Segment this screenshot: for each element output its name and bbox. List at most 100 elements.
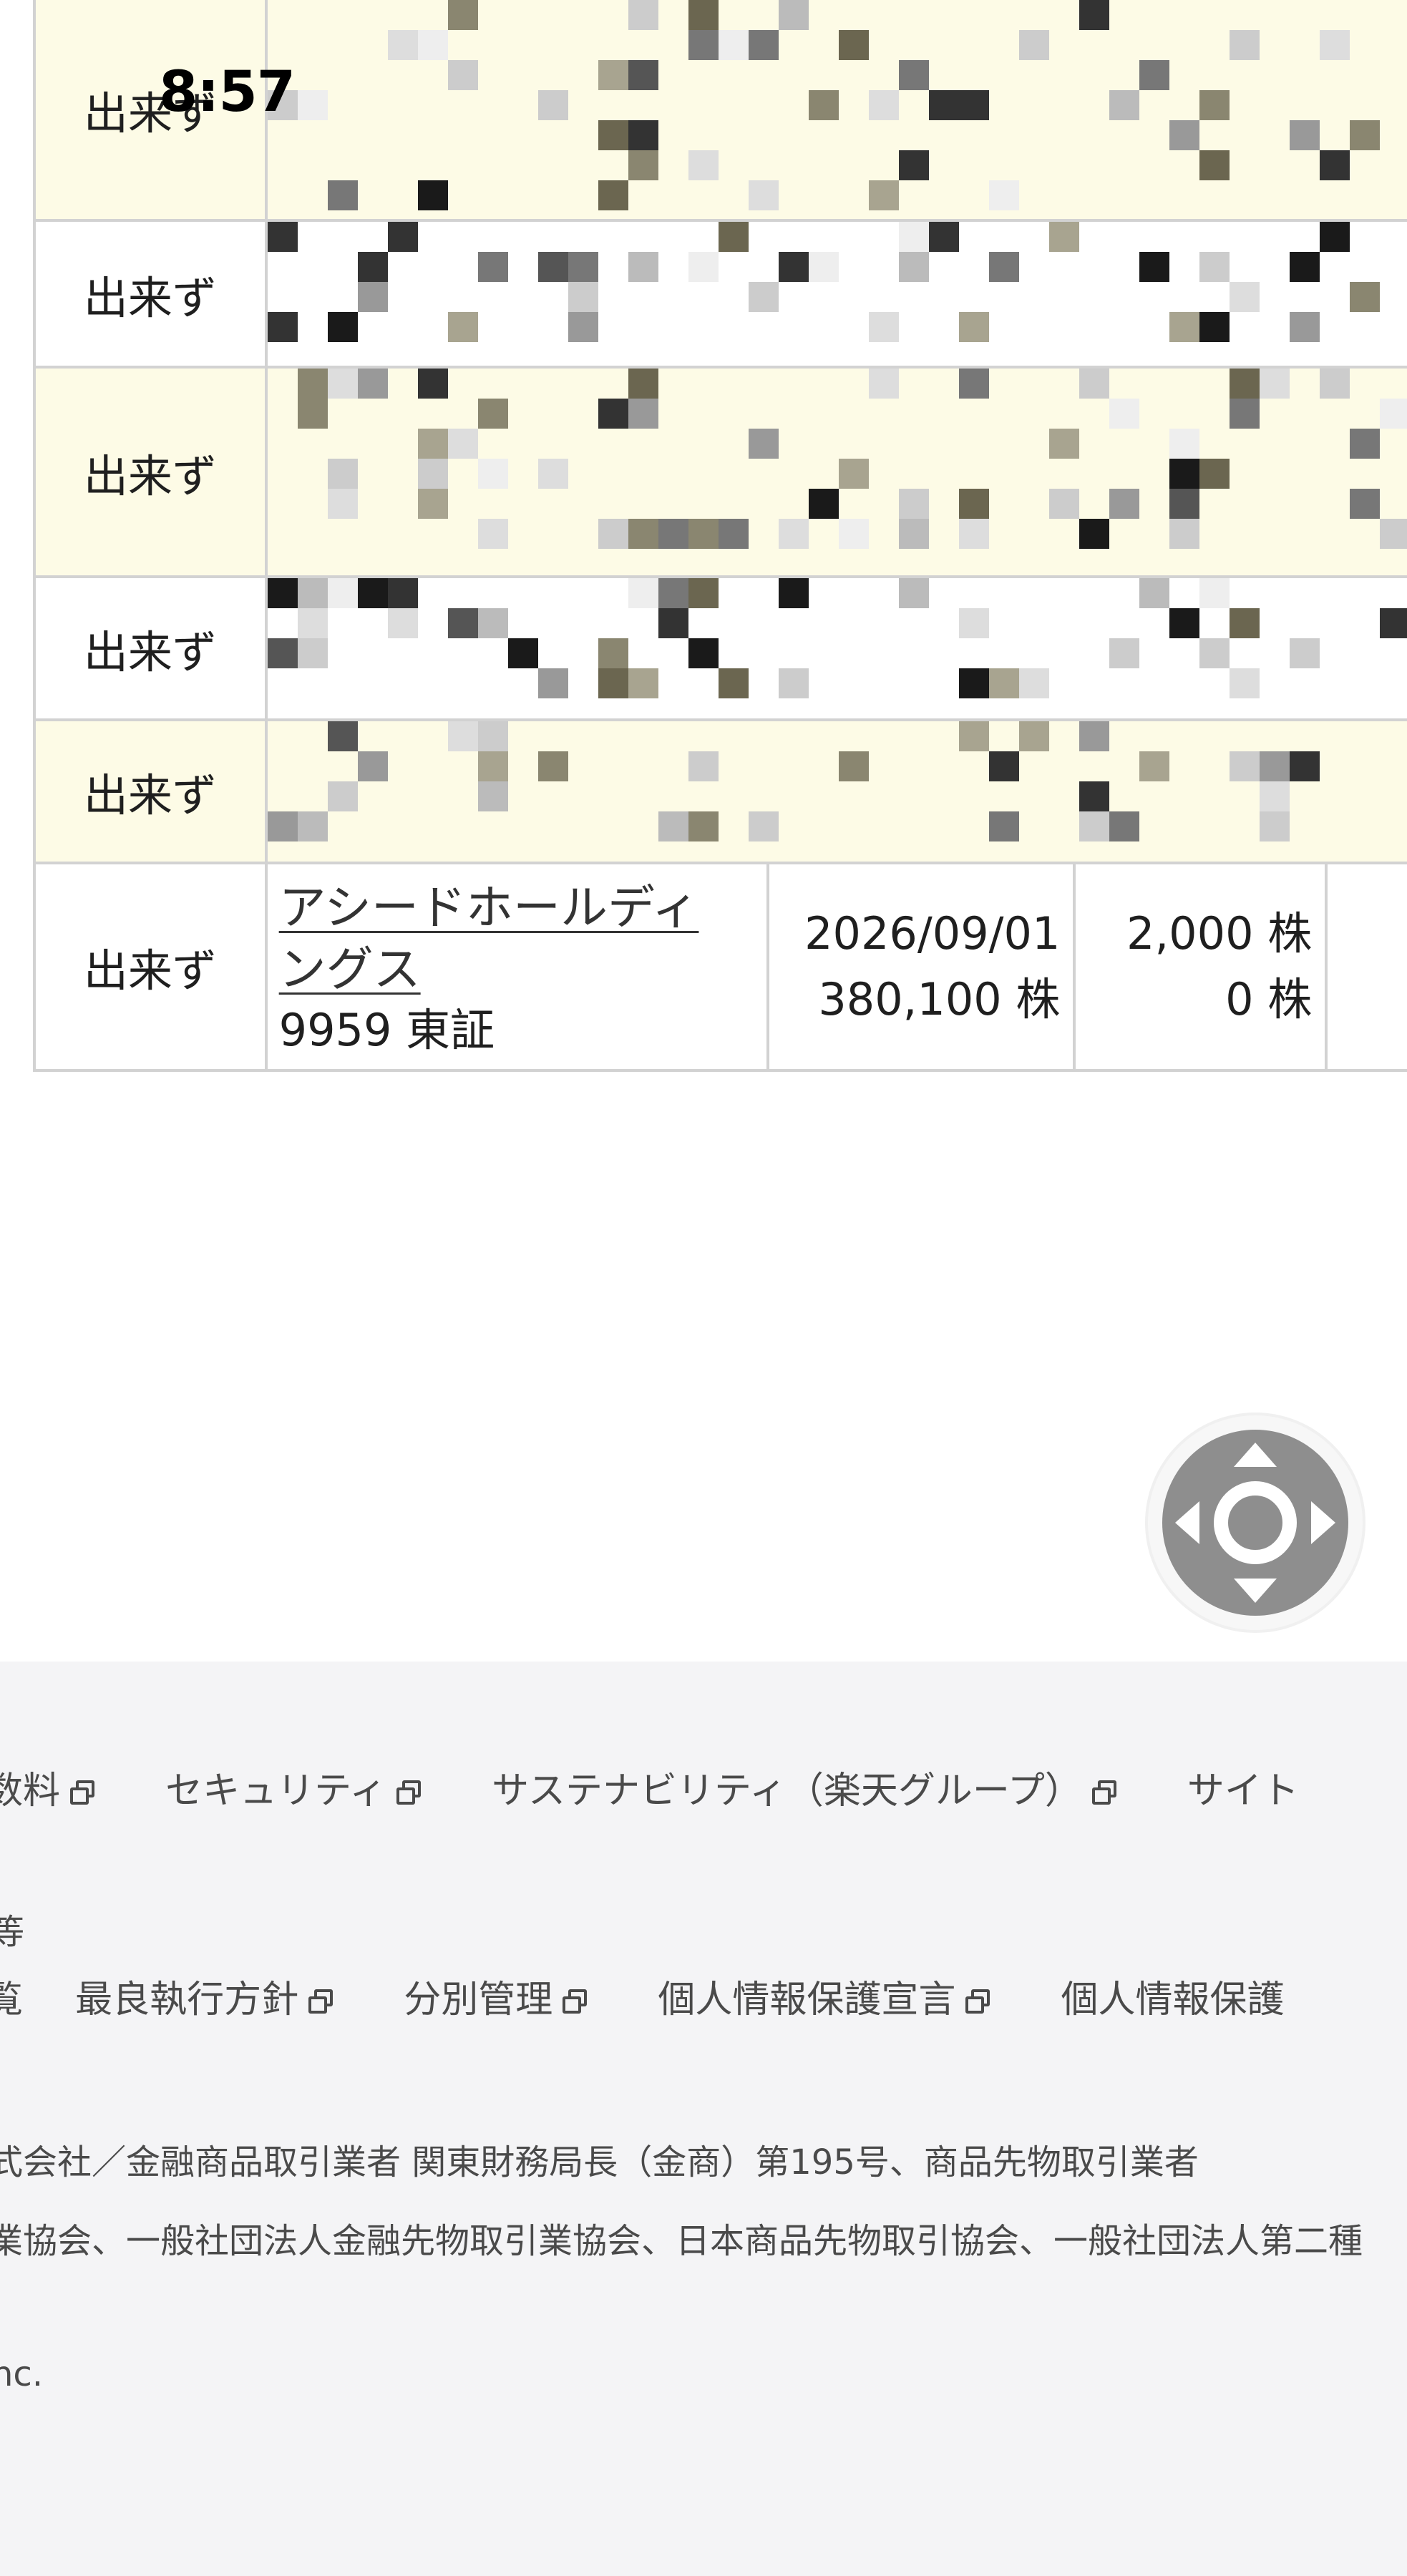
- mosaic-pixel: [688, 751, 719, 781]
- mosaic-pixel: [1319, 370, 1350, 399]
- company-info-line-2: 業協会、一般社団法人金融先物取引業協会、日本商品先物取引協会、一般社団法人第二種: [0, 2221, 1363, 2261]
- pixel-mosaic: [268, 223, 1407, 364]
- mosaic-pixel: [357, 370, 388, 399]
- mosaic-pixel: [1169, 429, 1199, 459]
- mosaic-pixel: [537, 751, 568, 781]
- status-cell: 出来ず: [33, 718, 268, 864]
- footer-link[interactable]: 覧: [0, 1969, 23, 2023]
- footer-link-segregation[interactable]: 分別管理: [404, 1969, 590, 2023]
- mosaic-pixel: [387, 30, 418, 60]
- mosaic-pixel: [1169, 519, 1199, 549]
- mosaic-pixel: [718, 30, 749, 60]
- mosaic-pixel: [838, 519, 869, 549]
- mosaic-pixel: [1229, 282, 1260, 312]
- mosaic-pixel: [868, 90, 899, 120]
- order-date: 2026/09/01: [804, 907, 1061, 960]
- table-row[interactable]: 出来ず: [33, 575, 1407, 721]
- mosaic-pixel: [598, 60, 628, 90]
- footer-link-privacy[interactable]: 個人情報保護: [1061, 1969, 1284, 2023]
- mosaic-pixel: [387, 580, 418, 608]
- redacted-cell: [264, 718, 1407, 864]
- mosaic-pixel: [537, 252, 568, 282]
- mosaic-pixel: [417, 30, 448, 60]
- mosaic-pixel: [268, 811, 298, 841]
- redacted-cell: [264, 575, 1407, 721]
- mosaic-pixel: [477, 519, 508, 549]
- footer-link-security[interactable]: セキュリティ: [165, 1760, 424, 1814]
- mosaic-pixel: [988, 811, 1019, 841]
- mosaic-pixel: [1289, 312, 1320, 342]
- mosaic-pixel: [958, 608, 989, 638]
- footer-link-privacy-declaration[interactable]: 個人情報保護宣言: [658, 1969, 993, 2023]
- mosaic-pixel: [838, 459, 869, 489]
- footer-link-site[interactable]: サイト: [1187, 1760, 1299, 1814]
- mosaic-pixel: [1109, 90, 1139, 120]
- mosaic-pixel: [477, 608, 508, 638]
- mosaic-pixel: [598, 399, 628, 429]
- mosaic-pixel: [1259, 781, 1290, 811]
- mosaic-pixel: [1349, 120, 1380, 150]
- mosaic-pixel: [1109, 489, 1139, 519]
- qty-ordered: 2,000 株: [1126, 907, 1313, 960]
- mosaic-pixel: [297, 399, 328, 429]
- mosaic-pixel: [928, 223, 959, 252]
- footer-links-row-1: 数料 セキュリティ サステナビリティ（楽天グループ） サイト: [0, 1760, 1363, 1814]
- mosaic-pixel: [718, 519, 749, 549]
- footer-link[interactable]: 数料: [0, 1760, 97, 1814]
- mosaic-pixel: [1079, 811, 1109, 841]
- mosaic-pixel: [778, 519, 809, 549]
- mosaic-pixel: [327, 580, 358, 608]
- status-label: 出来ず: [83, 769, 217, 821]
- mosaic-pixel: [958, 519, 989, 549]
- stock-name-line1: アシードホールディ: [278, 880, 699, 935]
- qty-filled: 0 株: [1225, 973, 1313, 1025]
- status-label: 出来ず: [83, 271, 217, 324]
- mosaic-pixel: [898, 60, 929, 90]
- mosaic-pixel: [1349, 489, 1380, 519]
- stock-name-link[interactable]: アシードホールディ ングス: [278, 877, 766, 1000]
- mosaic-pixel: [1018, 668, 1049, 698]
- mosaic-pixel: [1109, 638, 1139, 668]
- mosaic-pixel: [1199, 90, 1230, 120]
- company-info-line-1: 式会社／金融商品取引業者 関東財務局長（金商）第195号、商品先物取引業者: [0, 2142, 1199, 2182]
- mosaic-pixel: [958, 370, 989, 399]
- status-label: 出来ず: [83, 945, 217, 997]
- footer-link-sustainability[interactable]: サステナビリティ（楽天グループ）: [492, 1760, 1119, 1814]
- mosaic-pixel: [718, 668, 749, 698]
- joystick-control[interactable]: [1148, 1415, 1363, 1630]
- footer-section-label: 等: [0, 1912, 25, 1952]
- mosaic-pixel: [988, 751, 1019, 781]
- mosaic-pixel: [628, 370, 658, 399]
- mosaic-pixel: [628, 252, 658, 282]
- status-label: 出来ず: [83, 626, 217, 678]
- joystick-pad[interactable]: [1162, 1430, 1348, 1616]
- mosaic-pixel: [808, 252, 839, 282]
- mosaic-pixel: [1289, 751, 1320, 781]
- external-link-icon: [396, 1780, 424, 1806]
- mosaic-pixel: [1079, 723, 1109, 751]
- mosaic-pixel: [387, 223, 418, 252]
- mosaic-pixel: [417, 180, 448, 210]
- table-row[interactable]: 出来ず: [33, 366, 1407, 578]
- site-footer: 数料 セキュリティ サステナビリティ（楽天グループ） サイト 等 覧 最良執行方…: [0, 1662, 1407, 2576]
- mosaic-pixel: [477, 459, 508, 489]
- mosaic-pixel: [658, 580, 688, 608]
- mosaic-pixel: [748, 180, 779, 210]
- copyright-text: nc.: [0, 2354, 44, 2394]
- table-row[interactable]: 出来ず: [33, 718, 1407, 864]
- mosaic-pixel: [1229, 608, 1260, 638]
- external-link-icon: [308, 1989, 336, 2015]
- mosaic-pixel: [958, 723, 989, 751]
- mosaic-pixel: [477, 252, 508, 282]
- mosaic-pixel: [477, 781, 508, 811]
- mosaic-pixel: [357, 252, 388, 282]
- redacted-cell: [264, 366, 1407, 578]
- mosaic-pixel: [688, 150, 719, 180]
- footer-link-best-execution[interactable]: 最良執行方針: [75, 1969, 336, 2023]
- table-row[interactable]: 出来ず: [33, 219, 1407, 369]
- mosaic-pixel: [327, 489, 358, 519]
- mosaic-pixel: [1259, 370, 1290, 399]
- table-row[interactable]: 出来ず アシードホールディ ングス 9959 東証 2026/09/01 380…: [33, 862, 1407, 1072]
- mosaic-pixel: [568, 252, 598, 282]
- mosaic-pixel: [1169, 312, 1199, 342]
